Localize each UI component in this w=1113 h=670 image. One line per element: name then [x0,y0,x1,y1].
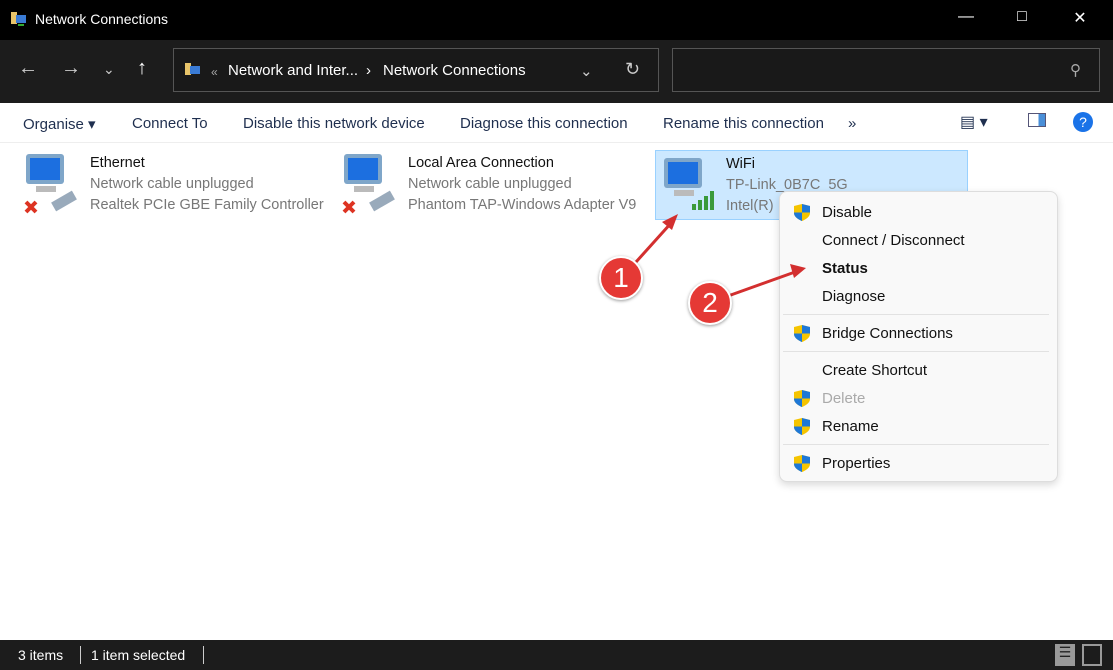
rename-button[interactable]: Rename this connection [663,115,824,132]
diagnose-button[interactable]: Diagnose this connection [460,115,628,132]
connection-name: Ethernet [90,155,145,171]
divider [80,646,81,664]
connection-device: Intel(R) [726,198,774,214]
disable-device-button[interactable]: Disable this network device [243,115,425,132]
uac-shield-icon [794,204,810,221]
large-icons-view-icon[interactable] [1082,644,1102,666]
refresh-icon[interactable]: ↻ [625,59,640,80]
menu-label: Disable [822,204,873,221]
menu-label: Status [822,260,868,277]
connection-device: Realtek PCIe GBE Family Controller [90,197,324,213]
connection-status: Network cable unplugged [90,176,254,192]
menu-item-connect-disconnect[interactable]: Connect / Disconnect [780,227,1057,253]
menu-item-disable[interactable]: Disable [780,199,1057,225]
view-options-icon[interactable]: ▤ ▾ [960,112,988,132]
ethernet-adapter-icon [342,154,395,214]
connection-local-area[interactable]: Local Area Connection Network cable unpl… [340,150,640,220]
selection-count: 1 item selected [91,647,186,663]
item-count: 3 items [18,647,64,663]
title-bar: Network Connections — □ ✕ [0,0,1113,40]
menu-separator [783,314,1049,315]
menu-label: Properties [822,455,891,472]
connection-ethernet[interactable]: Ethernet Network cable unplugged Realtek… [22,150,324,220]
menu-label: Rename [822,418,879,435]
uac-shield-icon [794,390,810,407]
connection-device: Phantom TAP-Windows Adapter V9 [408,197,637,213]
menu-item-properties[interactable]: Properties [780,450,1057,476]
window-title: Network Connections [35,11,169,27]
menu-item-create-shortcut[interactable]: Create Shortcut [780,357,1057,383]
address-dropdown-icon[interactable]: ⌄ [580,62,593,80]
menu-label: Diagnose [822,288,886,305]
context-menu: Disable Connect / Disconnect Status Diag… [779,191,1058,482]
preview-pane-icon[interactable] [1028,113,1046,127]
connection-name: Local Area Connection [408,155,554,171]
menu-item-status[interactable]: Status [780,255,1057,281]
command-bar: Organise ▾ Connect To Disable this netwo… [0,103,1113,143]
annotation-badge-2: 2 [688,281,732,325]
menu-separator [783,351,1049,352]
menu-label: Connect / Disconnect [822,232,965,249]
network-folder-icon [11,12,26,26]
arrow-1 [634,220,674,264]
forward-icon[interactable]: → [61,57,81,80]
breadcrumb-network-internet[interactable]: Network and Inter... [228,62,358,79]
menu-label: Delete [822,390,866,407]
status-bar: 3 items 1 item selected ☰ [0,640,1113,670]
ethernet-adapter-icon [24,154,77,214]
navigation-bar: ← → ⌄ ↑ « Network and Inter... › Network… [0,40,1113,103]
organise-button[interactable]: Organise ▾ [23,115,96,133]
recent-dropdown-icon[interactable]: ⌄ [103,61,115,78]
menu-item-rename[interactable]: Rename [780,413,1057,439]
address-bar[interactable]: « Network and Inter... › Network Connect… [173,48,659,92]
search-icon: ⚲ [1070,62,1081,79]
menu-label: Create Shortcut [822,362,928,379]
more-commands-button[interactable]: » [848,115,856,132]
divider [203,646,204,664]
back-icon[interactable]: ← [18,57,38,80]
minimize-button[interactable]: — [943,8,989,26]
uac-shield-icon [794,455,810,472]
breadcrumb-network-connections[interactable]: Network Connections [383,62,526,79]
connect-to-button[interactable]: Connect To [132,115,208,132]
connection-status: Network cable unplugged [408,176,572,192]
menu-label: Bridge Connections [822,325,953,342]
menu-item-bridge-connections[interactable]: Bridge Connections [780,320,1057,346]
menu-item-delete: Delete [780,385,1057,411]
search-input[interactable]: ⚲ [672,48,1100,92]
overflow-chevron[interactable]: « [211,65,218,79]
uac-shield-icon [794,325,810,342]
annotation-badge-1: 1 [599,256,643,300]
maximize-button[interactable]: □ [999,8,1045,26]
close-button[interactable]: ✕ [1057,8,1103,28]
menu-separator [783,444,1049,445]
up-icon[interactable]: ↑ [137,57,147,80]
details-view-icon[interactable]: ☰ [1055,644,1075,666]
help-icon[interactable]: ? [1073,112,1093,132]
network-folder-icon [185,63,200,75]
connection-name: WiFi [726,156,755,172]
uac-shield-icon [794,418,810,435]
menu-item-diagnose[interactable]: Diagnose [780,283,1057,309]
breadcrumb-separator[interactable]: › [366,62,371,79]
wifi-adapter-icon [664,158,714,210]
